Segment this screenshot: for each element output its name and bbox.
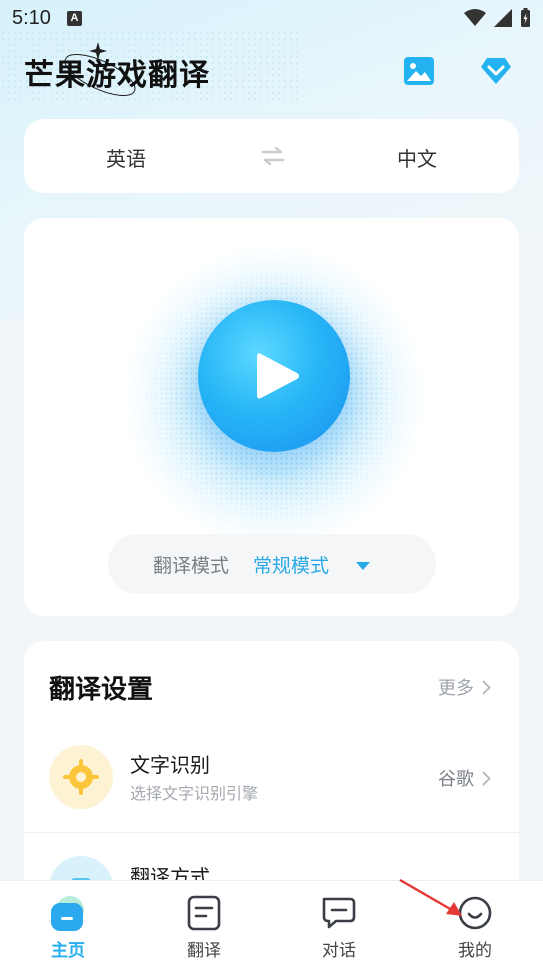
target-language[interactable]: 中文 [397, 143, 437, 172]
tab-label: 我的 [458, 941, 492, 961]
play-icon [257, 353, 299, 399]
chevron-right-icon [482, 679, 491, 695]
more-label: 更多 [438, 678, 474, 699]
vip-diamond-icon[interactable] [479, 54, 513, 88]
play-button[interactable] [198, 300, 350, 452]
tab-label: 翻译 [187, 941, 221, 961]
notification-badge-icon: A [66, 10, 82, 26]
cellular-signal-icon [494, 9, 512, 27]
more-link[interactable]: 更多 [438, 674, 491, 700]
language-selector-card: 英语 中文 [24, 119, 519, 193]
target-crosshair-icon [49, 745, 113, 809]
row-subtitle: 选择文字识别引擎 [130, 784, 259, 803]
status-bar: 5:10 A [0, 0, 543, 36]
player-card: 翻译模式 常规模式 [24, 218, 519, 616]
annotation-arrow [399, 878, 462, 916]
divider [24, 832, 519, 833]
status-time: 5:10 [12, 6, 51, 29]
caret-down-icon [356, 562, 370, 570]
document-icon [184, 893, 224, 933]
battery-icon [521, 8, 530, 27]
chat-icon [319, 893, 359, 933]
tab-translate[interactable]: 翻译 [154, 881, 254, 965]
row-title: 文字识别 [130, 753, 210, 777]
row-value: 谷歌 [438, 765, 491, 791]
tab-label: 对话 [322, 941, 356, 961]
tab-label: 主页 [51, 941, 85, 961]
settings-title: 翻译设置 [49, 675, 154, 705]
image-icon[interactable] [402, 54, 436, 88]
home-icon [48, 893, 88, 933]
source-language[interactable]: 英语 [106, 143, 146, 172]
chevron-right-icon [482, 770, 491, 786]
wifi-icon [464, 9, 486, 26]
tab-chat[interactable]: 对话 [289, 881, 389, 965]
tab-home[interactable]: 主页 [18, 881, 118, 965]
mode-value: 常规模式 [253, 554, 330, 577]
swap-arrows-icon[interactable] [260, 143, 286, 169]
mode-label: 翻译模式 [153, 554, 230, 577]
row-value-text: 谷歌 [438, 769, 474, 790]
app-title: 芒果游戏翻译 [24, 58, 210, 93]
translation-mode-selector[interactable]: 翻译模式 常规模式 [108, 534, 436, 594]
